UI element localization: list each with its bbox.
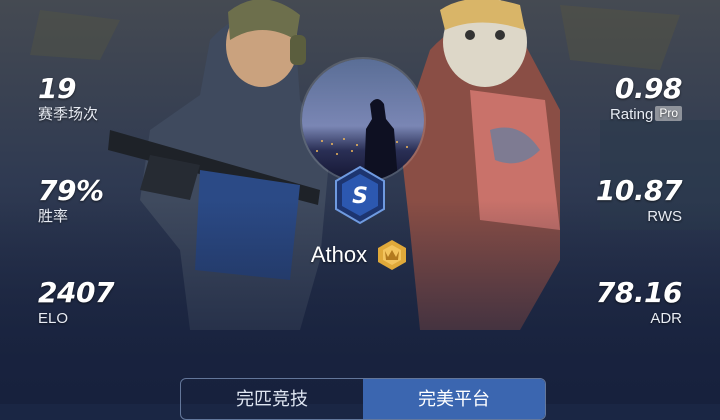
stat-adr: 78.16 ADR	[595, 276, 683, 328]
player-name-row: Athox	[0, 238, 720, 272]
stat-value: 2407	[38, 276, 114, 309]
pro-badge: Pro	[655, 106, 682, 121]
stat-label: RWS	[647, 208, 682, 225]
username: Athox	[310, 242, 368, 267]
crown-shield-icon	[378, 240, 407, 270]
stat-rating: 0.98 Rating Pro	[610, 72, 683, 124]
stat-elo: 2407 ELO	[38, 278, 114, 328]
stat-value: 79%	[38, 174, 104, 207]
platform-tabs: 完匹竞技 完美平台	[180, 378, 546, 420]
stat-label-text: Rating	[609, 106, 654, 123]
rank-s-hexagon-icon: S	[330, 165, 390, 225]
stat-rws: 10.87 RWS	[595, 174, 683, 226]
stat-value: 78.16	[595, 276, 683, 309]
stat-winrate: 79% 胜率	[38, 176, 104, 226]
stat-value: 19	[38, 72, 76, 105]
stat-matches: 19 赛季场次	[38, 74, 98, 124]
stat-label: Rating Pro	[610, 106, 682, 124]
tab-wanmei[interactable]: 完美平台	[363, 379, 545, 419]
stat-label: ELO	[38, 310, 69, 327]
rank-letter: S	[352, 184, 368, 209]
stat-value: 10.87	[595, 174, 683, 207]
stat-label: ADR	[650, 310, 682, 327]
stat-label: 赛季场次	[38, 106, 99, 123]
stat-value: 0.98	[614, 72, 683, 105]
stat-label: 胜率	[38, 208, 69, 225]
tab-wanpi[interactable]: 完匹竞技	[181, 379, 363, 419]
